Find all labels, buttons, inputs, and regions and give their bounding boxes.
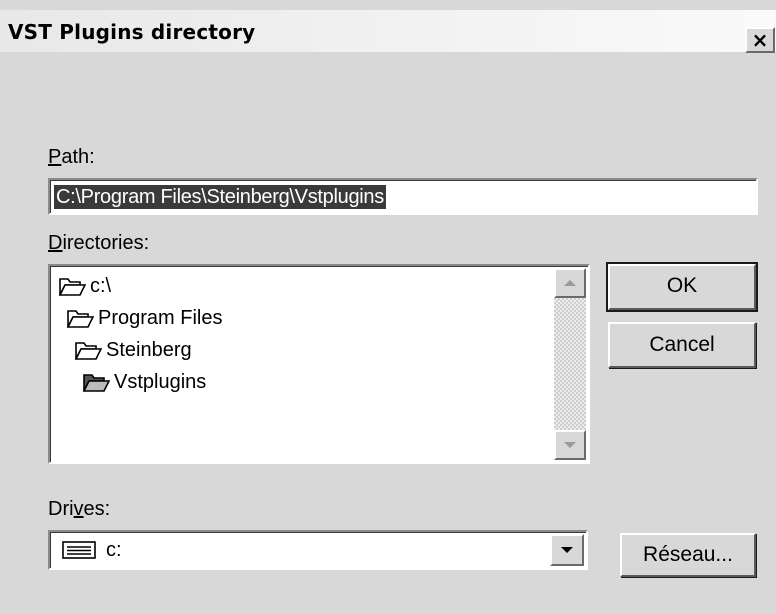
drives-select[interactable]: c: <box>48 530 588 570</box>
open-folder-icon <box>74 342 102 360</box>
path-input[interactable]: C:\Program Files\Steinberg\Vstplugins <box>48 178 758 215</box>
chevron-down-icon <box>561 547 573 553</box>
close-icon: × <box>751 28 769 52</box>
directories-label-text: irectories: <box>62 232 150 254</box>
open-folder-icon <box>82 374 110 392</box>
list-item-label: c:\ <box>90 274 112 297</box>
path-label: Path: <box>48 146 95 168</box>
open-folder-icon <box>58 278 86 296</box>
directories-list[interactable]: c:\ Program Files Steinberg Vstplugins <box>48 264 590 464</box>
scroll-up-button[interactable] <box>554 268 586 298</box>
path-value: C:\Program Files\Steinberg\Vstplugins <box>54 185 386 209</box>
drives-dropdown-button[interactable] <box>550 534 584 566</box>
network-button[interactable]: Réseau... <box>620 533 756 577</box>
path-label-accel: P <box>48 146 62 168</box>
hard-drive-icon <box>62 541 96 559</box>
directories-scrollbar[interactable] <box>554 268 586 460</box>
list-item-label: Program Files <box>98 306 223 329</box>
drives-selected-value: c: <box>106 539 122 561</box>
window-title: VST Plugins directory <box>8 20 256 44</box>
drives-label-text: es: <box>83 498 111 520</box>
directories-label-accel: D <box>48 232 63 254</box>
up-arrow-icon <box>564 280 576 286</box>
scroll-down-button[interactable] <box>554 430 586 460</box>
cancel-button[interactable]: Cancel <box>608 322 756 368</box>
close-button[interactable]: × <box>745 27 775 53</box>
list-item[interactable]: Program Files <box>66 304 222 332</box>
title-bar[interactable]: VST Plugins directory × <box>0 10 776 53</box>
list-item-label: Vstplugins <box>114 370 207 393</box>
directories-label: Directories: <box>48 232 149 254</box>
ok-button[interactable]: OK <box>606 262 758 312</box>
path-label-text: ath: <box>61 146 95 168</box>
list-item[interactable]: c:\ <box>58 272 111 300</box>
drives-label-pre: Dri <box>48 498 74 520</box>
drives-label-accel: v <box>73 498 84 520</box>
vst-plugins-dialog: VST Plugins directory × Path: C:\Program… <box>0 0 776 614</box>
list-item[interactable]: Steinberg <box>74 336 192 364</box>
list-item-selected[interactable]: Vstplugins <box>82 368 206 396</box>
down-arrow-icon <box>564 442 576 448</box>
open-folder-icon <box>66 310 94 328</box>
list-item-label: Steinberg <box>106 338 192 361</box>
drives-label: Drives: <box>48 498 110 520</box>
